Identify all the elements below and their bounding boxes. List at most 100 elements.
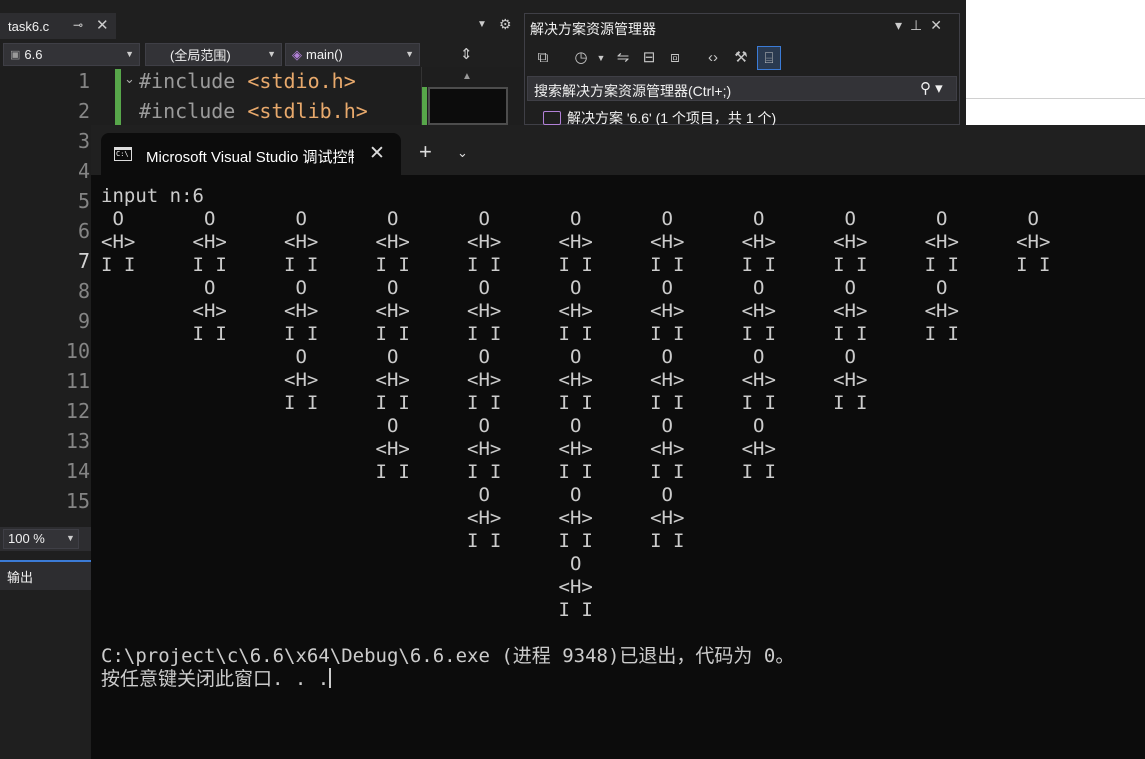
- output-line: <H> <H> <H> <H> <H> <H> <H>: [101, 369, 868, 391]
- output-line: O O O O O O O O O O O: [101, 208, 1039, 230]
- output-line: O O O O O O O: [101, 346, 856, 368]
- project-icon: ▣: [10, 49, 21, 61]
- output-line: I I I I I I I I I I I I I I: [101, 392, 868, 414]
- output-line: O O O O O O O O O: [101, 277, 948, 299]
- line-number: 15: [65, 489, 90, 513]
- close-icon[interactable]: ✕: [369, 142, 385, 165]
- chevron-down-icon[interactable]: ▾: [895, 17, 910, 33]
- terminal-tab-title: Microsoft Visual Studio 调试控制台: [146, 149, 354, 166]
- sync-icon[interactable]: ⇋: [611, 46, 635, 70]
- output-line: <H> <H> <H> <H> <H> <H> <H> <H> <H>: [101, 300, 959, 322]
- chevron-down-icon[interactable]: ⌄: [457, 145, 468, 161]
- new-tab-icon[interactable]: +: [419, 141, 432, 163]
- line-number: 8: [77, 279, 90, 303]
- search-icon[interactable]: ⚲ ▾: [920, 79, 943, 97]
- output-tab[interactable]: 输出: [7, 567, 33, 586]
- terminal-tab-strip: C:\ Microsoft Visual Studio 调试控制台 ✕ + ⌄: [91, 125, 1145, 175]
- scope-dropdown[interactable]: (全局范围) ▼: [145, 43, 282, 66]
- line-number: 14: [65, 459, 90, 483]
- background-window: [966, 0, 1145, 125]
- code-line: #include <stdlib.h>: [139, 99, 368, 123]
- tab-overflow-icon[interactable]: ▼: [477, 19, 487, 30]
- chevron-down-icon[interactable]: ▼: [589, 46, 613, 70]
- line-number: 5: [77, 189, 90, 213]
- change-indicator: [115, 69, 121, 129]
- output-line: O O O O O: [101, 415, 765, 437]
- code-line: #include <stdio.h>: [139, 69, 356, 93]
- code-icon[interactable]: ‹›: [701, 46, 725, 70]
- debug-console-window[interactable]: C:\ Microsoft Visual Studio 调试控制台 ✕ + ⌄ …: [91, 125, 1145, 759]
- split-editor-icon[interactable]: ⇕: [460, 45, 473, 63]
- close-icon[interactable]: ✕: [930, 17, 950, 33]
- solution-icon: [543, 111, 561, 125]
- file-tab-name: task6.c: [8, 18, 50, 34]
- exit-message: C:\project\c\6.6\x64\Debug\6.6.exe (进程 9…: [101, 645, 795, 667]
- zoom-bar: 100 % ▼: [0, 527, 92, 551]
- output-line: I I: [101, 599, 593, 621]
- terminal-output: input n:6 O O O O O O O O O O O <H> <H> …: [101, 185, 1050, 691]
- terminal-tab[interactable]: C:\ Microsoft Visual Studio 调试控制台 ✕: [101, 133, 401, 175]
- output-line: <H>: [101, 576, 593, 598]
- preview-icon[interactable]: ⌸: [757, 46, 781, 70]
- output-line: O O O: [101, 484, 673, 506]
- pin-icon[interactable]: ⊥: [910, 17, 930, 33]
- scroll-up-icon[interactable]: ▲: [462, 71, 472, 82]
- line-number: 13: [65, 429, 90, 453]
- solution-search-input[interactable]: 搜索解决方案资源管理器(Ctrl+;) ⚲ ▾: [527, 76, 957, 101]
- solution-explorer-toolbar: ⧉ ◷ ▼ ⇋ ⊟ ⧈ ‹› ⚒ ⌸: [529, 44, 957, 72]
- line-number: 3: [77, 129, 90, 153]
- cube-icon: ◈: [292, 46, 302, 62]
- line-number: 12: [65, 399, 90, 423]
- output-line: input n:6: [101, 185, 204, 207]
- chevron-down-icon: ▼: [267, 49, 276, 59]
- console-icon: C:\: [114, 147, 132, 161]
- show-all-files-icon[interactable]: ⧈: [663, 46, 687, 70]
- navigation-bar: ▣ 6.6 ▼ (全局范围) ▼ ◈ main() ▼ ⇕: [0, 41, 520, 67]
- code-keyword: #include: [139, 99, 236, 123]
- line-number: 4: [77, 159, 90, 183]
- wrench-icon[interactable]: ⚒: [729, 46, 753, 70]
- line-number-current: 7: [77, 249, 90, 273]
- line-number: 2: [77, 99, 90, 123]
- switch-views-icon[interactable]: ⧉: [531, 46, 555, 70]
- editor-tab-bar: task6.c ⊸ ✕ ▼ ⚙: [0, 13, 520, 39]
- solution-search-placeholder: 搜索解决方案资源管理器(Ctrl+;): [534, 83, 732, 99]
- minimap-thumb[interactable]: [428, 87, 508, 125]
- output-line: <H> <H> <H> <H> <H> <H> <H> <H> <H> <H> …: [101, 231, 1051, 253]
- line-number: 1: [77, 69, 90, 93]
- output-panel: [0, 590, 92, 759]
- collapse-all-icon[interactable]: ⊟: [637, 46, 661, 70]
- code-header: <stdio.h>: [247, 69, 356, 93]
- prompt-text: 按任意键关闭此窗口. . .: [101, 668, 330, 690]
- project-dropdown[interactable]: ▣ 6.6 ▼: [3, 43, 140, 66]
- output-line: I I I I I I I I I I I I I I I I I I I I …: [101, 254, 1051, 276]
- prompt-line: 按任意键关闭此窗口. . .: [101, 668, 1050, 691]
- output-panel-header: 输出: [0, 560, 92, 590]
- output-line: I I I I I I: [101, 530, 685, 552]
- pin-icon[interactable]: ⊸: [73, 18, 83, 32]
- line-number: 9: [77, 309, 90, 333]
- function-dropdown-value: main(): [306, 47, 343, 62]
- output-line: <H> <H> <H>: [101, 507, 685, 529]
- line-number: 10: [65, 339, 90, 363]
- line-number: 6: [77, 219, 90, 243]
- divider: [966, 98, 1145, 99]
- chevron-down-icon: ▼: [405, 49, 414, 59]
- line-number: 11: [65, 369, 90, 393]
- panel-window-buttons: ▾⊥✕: [895, 17, 950, 34]
- solution-explorer: 解决方案资源管理器 ▾⊥✕ ⧉ ◷ ▼ ⇋ ⊟ ⧈ ‹› ⚒ ⌸ 搜索解决方案资…: [524, 13, 960, 126]
- chevron-down-icon: ▼: [66, 533, 75, 543]
- project-dropdown-value: 6.6: [24, 47, 43, 62]
- output-line: I I I I I I I I I I: [101, 461, 776, 483]
- function-dropdown[interactable]: ◈ main() ▼: [285, 43, 420, 66]
- output-line: I I I I I I I I I I I I I I I I I I: [101, 323, 959, 345]
- close-icon[interactable]: ✕: [96, 16, 109, 34]
- minimap-change-indicator: [422, 87, 427, 127]
- gear-icon[interactable]: ⚙: [499, 16, 512, 33]
- output-line: O: [101, 553, 582, 575]
- code-keyword: #include: [139, 69, 236, 93]
- scope-dropdown-value: (全局范围): [170, 48, 231, 63]
- collapse-icon[interactable]: ⌄: [124, 71, 135, 87]
- file-tab[interactable]: task6.c ⊸ ✕: [0, 13, 116, 39]
